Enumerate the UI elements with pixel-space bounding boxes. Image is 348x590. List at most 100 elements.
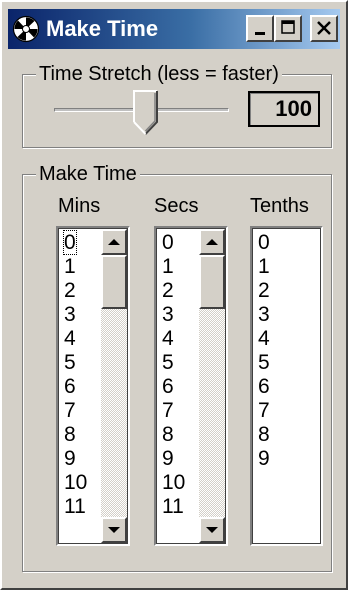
list-item[interactable]: 6 [255,375,270,399]
list-item[interactable]: 4 [61,327,87,351]
list-item[interactable]: 2 [255,279,270,303]
secs-scroll-down-button[interactable] [199,517,225,543]
list-item[interactable]: 8 [159,423,185,447]
title-bar[interactable]: Make Time [8,9,340,49]
list-item[interactable]: 0 [61,230,87,255]
list-item[interactable]: 4 [255,327,270,351]
list-item[interactable]: 11 [61,495,87,519]
list-item-label: 6 [64,375,76,398]
list-item[interactable]: 8 [255,423,270,447]
list-item-label: 7 [258,399,270,422]
list-item[interactable]: 9 [255,447,270,471]
list-item[interactable]: 1 [255,255,270,279]
list-item[interactable]: 1 [61,255,87,279]
list-item-label: 5 [258,351,270,374]
list-item-label: 10 [64,471,88,494]
mins-scroll-thumb[interactable] [101,255,127,309]
list-item-label: 1 [64,255,76,278]
arrow-up-icon [206,239,218,245]
list-item-label: 0 [162,231,174,254]
list-item[interactable]: 1 [159,255,185,279]
list-item-label: 0 [63,230,77,255]
list-item[interactable]: 10 [61,471,87,495]
list-item[interactable]: 4 [159,327,185,351]
list-item-label: 8 [162,423,174,446]
list-item[interactable]: 3 [159,303,185,327]
list-item-label: 6 [258,375,270,398]
list-item-label: 10 [162,471,186,494]
close-icon [317,21,331,35]
list-item-label: 9 [64,447,76,470]
list-item-label: 4 [258,327,270,350]
aperture-icon [12,15,40,43]
secs-items: 0 1 2 3 4 5 6 7 8 9 10 11 [159,231,185,519]
secs-listbox[interactable]: 0 1 2 3 4 5 6 7 8 9 10 11 [154,226,228,546]
tenths-listbox[interactable]: 0123456789 [250,226,323,546]
arrow-down-icon [108,527,120,533]
list-item[interactable]: 6 [159,375,185,399]
list-item-label: 11 [162,495,184,518]
list-item-label: 3 [162,303,174,326]
list-item-label: 2 [258,279,270,302]
list-item[interactable]: 7 [255,399,270,423]
list-item-label: 8 [258,423,270,446]
list-item[interactable]: 2 [61,279,87,303]
list-item-label: 11 [64,495,86,518]
list-item-label: 9 [162,447,174,470]
secs-scroll-up-button[interactable] [199,229,225,255]
list-item[interactable]: 7 [61,399,87,423]
list-item-label: 2 [162,279,174,302]
window-title: Make Time [46,16,159,41]
list-item[interactable]: 9 [159,447,185,471]
secs-header: Secs [154,195,199,217]
list-item[interactable]: 3 [255,303,270,327]
mins-listbox[interactable]: 0 1 2 3 4 5 6 7 8 9 10 11 [56,226,130,546]
list-item-label: 3 [258,303,270,326]
list-item[interactable]: 3 [61,303,87,327]
maximize-button[interactable] [274,15,302,42]
list-item-label: 5 [64,351,76,374]
list-item[interactable]: 6 [61,375,87,399]
arrow-down-icon [206,527,218,533]
list-item[interactable]: 0 [159,231,185,255]
list-item-label: 8 [64,423,76,446]
make-time-window: Make Time Time Stretch (less = faster) 1… [0,0,348,590]
list-item-label: 1 [162,255,174,278]
list-item[interactable]: 10 [159,471,185,495]
mins-header: Mins [58,195,101,217]
mins-items: 0 1 2 3 4 5 6 7 8 9 10 11 [61,230,87,519]
time-stretch-legend: Time Stretch (less = faster) [36,63,282,85]
mins-scroll-down-button[interactable] [101,517,127,543]
list-item[interactable]: 2 [159,279,185,303]
list-item[interactable]: 11 [159,495,185,519]
list-item[interactable]: 5 [61,351,87,375]
close-button[interactable] [310,15,338,42]
list-item-label: 6 [162,375,174,398]
mins-scrollbar[interactable] [101,229,127,543]
list-item-label: 4 [64,327,76,350]
list-item[interactable]: 0 [255,231,270,255]
list-item[interactable]: 8 [61,423,87,447]
list-item[interactable]: 5 [255,351,270,375]
tenths-items: 0123456789 [255,231,270,471]
arrow-up-icon [108,239,120,245]
maximize-icon [281,20,295,34]
minimize-button[interactable] [246,15,274,42]
list-item-label: 4 [162,327,174,350]
list-item-label: 5 [162,351,174,374]
list-item-label: 7 [64,399,76,422]
list-item[interactable]: 5 [159,351,185,375]
tenths-header: Tenths [250,195,309,217]
secs-scroll-thumb[interactable] [199,255,225,309]
secs-scrollbar[interactable] [199,229,225,543]
minimize-icon [255,32,265,35]
list-item-label: 9 [258,447,270,470]
time-stretch-value: 100 [248,91,320,127]
list-item[interactable]: 7 [159,399,185,423]
list-item-label: 2 [64,279,76,302]
list-item-label: 3 [64,303,76,326]
make-time-legend: Make Time [36,163,140,185]
time-stretch-slider-thumb[interactable] [132,90,159,136]
list-item[interactable]: 9 [61,447,87,471]
mins-scroll-up-button[interactable] [101,229,127,255]
